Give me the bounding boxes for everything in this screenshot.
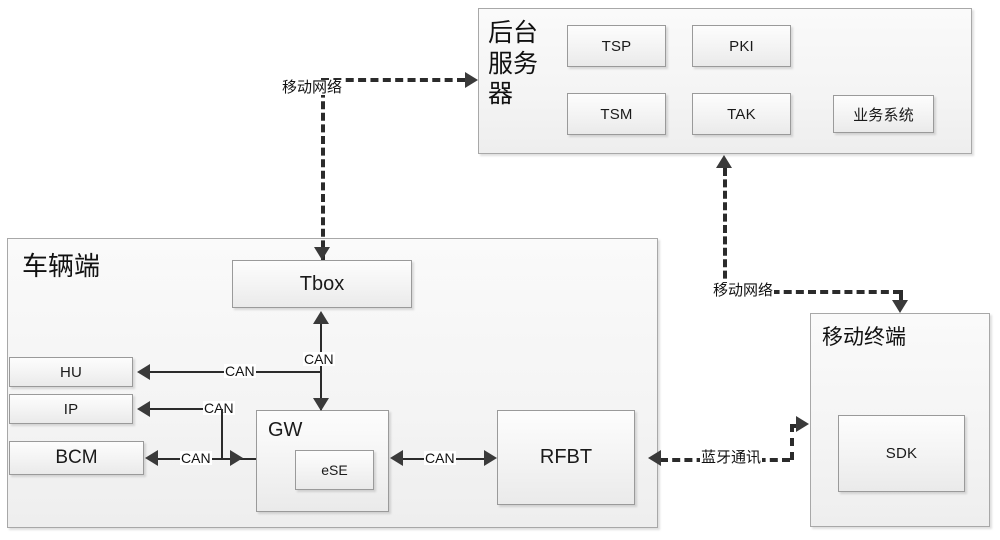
edge-label-can-hu: CAN (224, 363, 256, 379)
edge-rfbt-gw-arrowhead (390, 450, 403, 466)
edge-ip-bcm-junction-line (221, 409, 223, 458)
module-bcm[interactable]: BCM (9, 441, 144, 475)
module-ese-label: eSE (321, 462, 348, 478)
edge-gw-bcm-arrowhead (145, 450, 158, 466)
module-hu-label: HU (59, 363, 83, 381)
edge-server-tbox-arrowhead (314, 247, 330, 260)
module-ese[interactable]: eSE (295, 450, 374, 490)
module-business-system[interactable]: 业务系统 (833, 95, 934, 133)
module-tsm-label: TSM (600, 105, 633, 123)
module-pki[interactable]: PKI (692, 25, 791, 67)
module-ip[interactable]: IP (9, 394, 133, 424)
module-gw-label: GW (268, 419, 303, 441)
zone-backend-server-label: 后台 服务 器 (488, 18, 539, 108)
module-bcm-label: BCM (55, 447, 98, 468)
zone-mobile-terminal-label: 移动终端 (822, 325, 906, 349)
module-business-system-label: 业务系统 (853, 105, 914, 124)
edge-label-can-bcm: CAN (180, 450, 212, 466)
module-rfbt[interactable]: RFBT (497, 410, 635, 505)
edge-gw-rfbt-arrowhead (484, 450, 497, 466)
module-sdk-label: SDK (885, 445, 918, 462)
edge-bluetooth-rfbt-arrowhead (648, 450, 661, 466)
module-tak-label: TAK (727, 105, 756, 123)
edge-terminal-server-arrowhead (716, 155, 732, 168)
module-ip-label: IP (63, 400, 79, 418)
edge-tbox-server-vertical (321, 78, 325, 260)
edge-label-can-gw-rfbt: CAN (424, 450, 456, 466)
edge-bcm-gw-arrowhead (230, 450, 243, 466)
edge-terminal-server-vertical (723, 168, 727, 290)
edge-bluetooth-riser (790, 424, 794, 460)
edge-server-terminal-arrowhead (892, 300, 908, 313)
edge-gw-ip-arrowhead (137, 401, 150, 417)
zone-vehicle-label: 车辆端 (22, 252, 101, 282)
module-tsp-label: TSP (601, 37, 632, 55)
diagram-canvas: 后台 服务 器 TSP PKI TSM TAK 业务系统 车辆端 Tbox HU… (0, 0, 1000, 540)
edge-gw-hu-arrowhead (137, 364, 150, 380)
module-tak[interactable]: TAK (692, 93, 791, 135)
edge-tbox-gw-arrowhead (313, 398, 329, 411)
edge-gw-tbox-arrowhead (313, 311, 329, 324)
module-rfbt-label: RFBT (539, 446, 593, 468)
edge-label-mobile-network-terminal: 移动网络 (712, 281, 775, 299)
edge-tbox-server-arrowhead (465, 72, 478, 88)
module-tbox[interactable]: Tbox (232, 260, 412, 308)
module-tsp[interactable]: TSP (567, 25, 666, 67)
edge-label-mobile-network-tbox: 移动网络 (281, 78, 344, 96)
edge-label-bluetooth: 蓝牙通讯 (700, 448, 763, 466)
module-sdk[interactable]: SDK (838, 415, 965, 492)
module-tbox-label: Tbox (299, 272, 345, 295)
edge-bluetooth-terminal-arrowhead (796, 416, 809, 432)
module-hu[interactable]: HU (9, 357, 133, 387)
module-tsm[interactable]: TSM (567, 93, 666, 135)
edge-label-can-tbox-gw: CAN (303, 351, 335, 367)
edge-label-can-ip: CAN (203, 400, 235, 416)
module-pki-label: PKI (729, 37, 754, 55)
